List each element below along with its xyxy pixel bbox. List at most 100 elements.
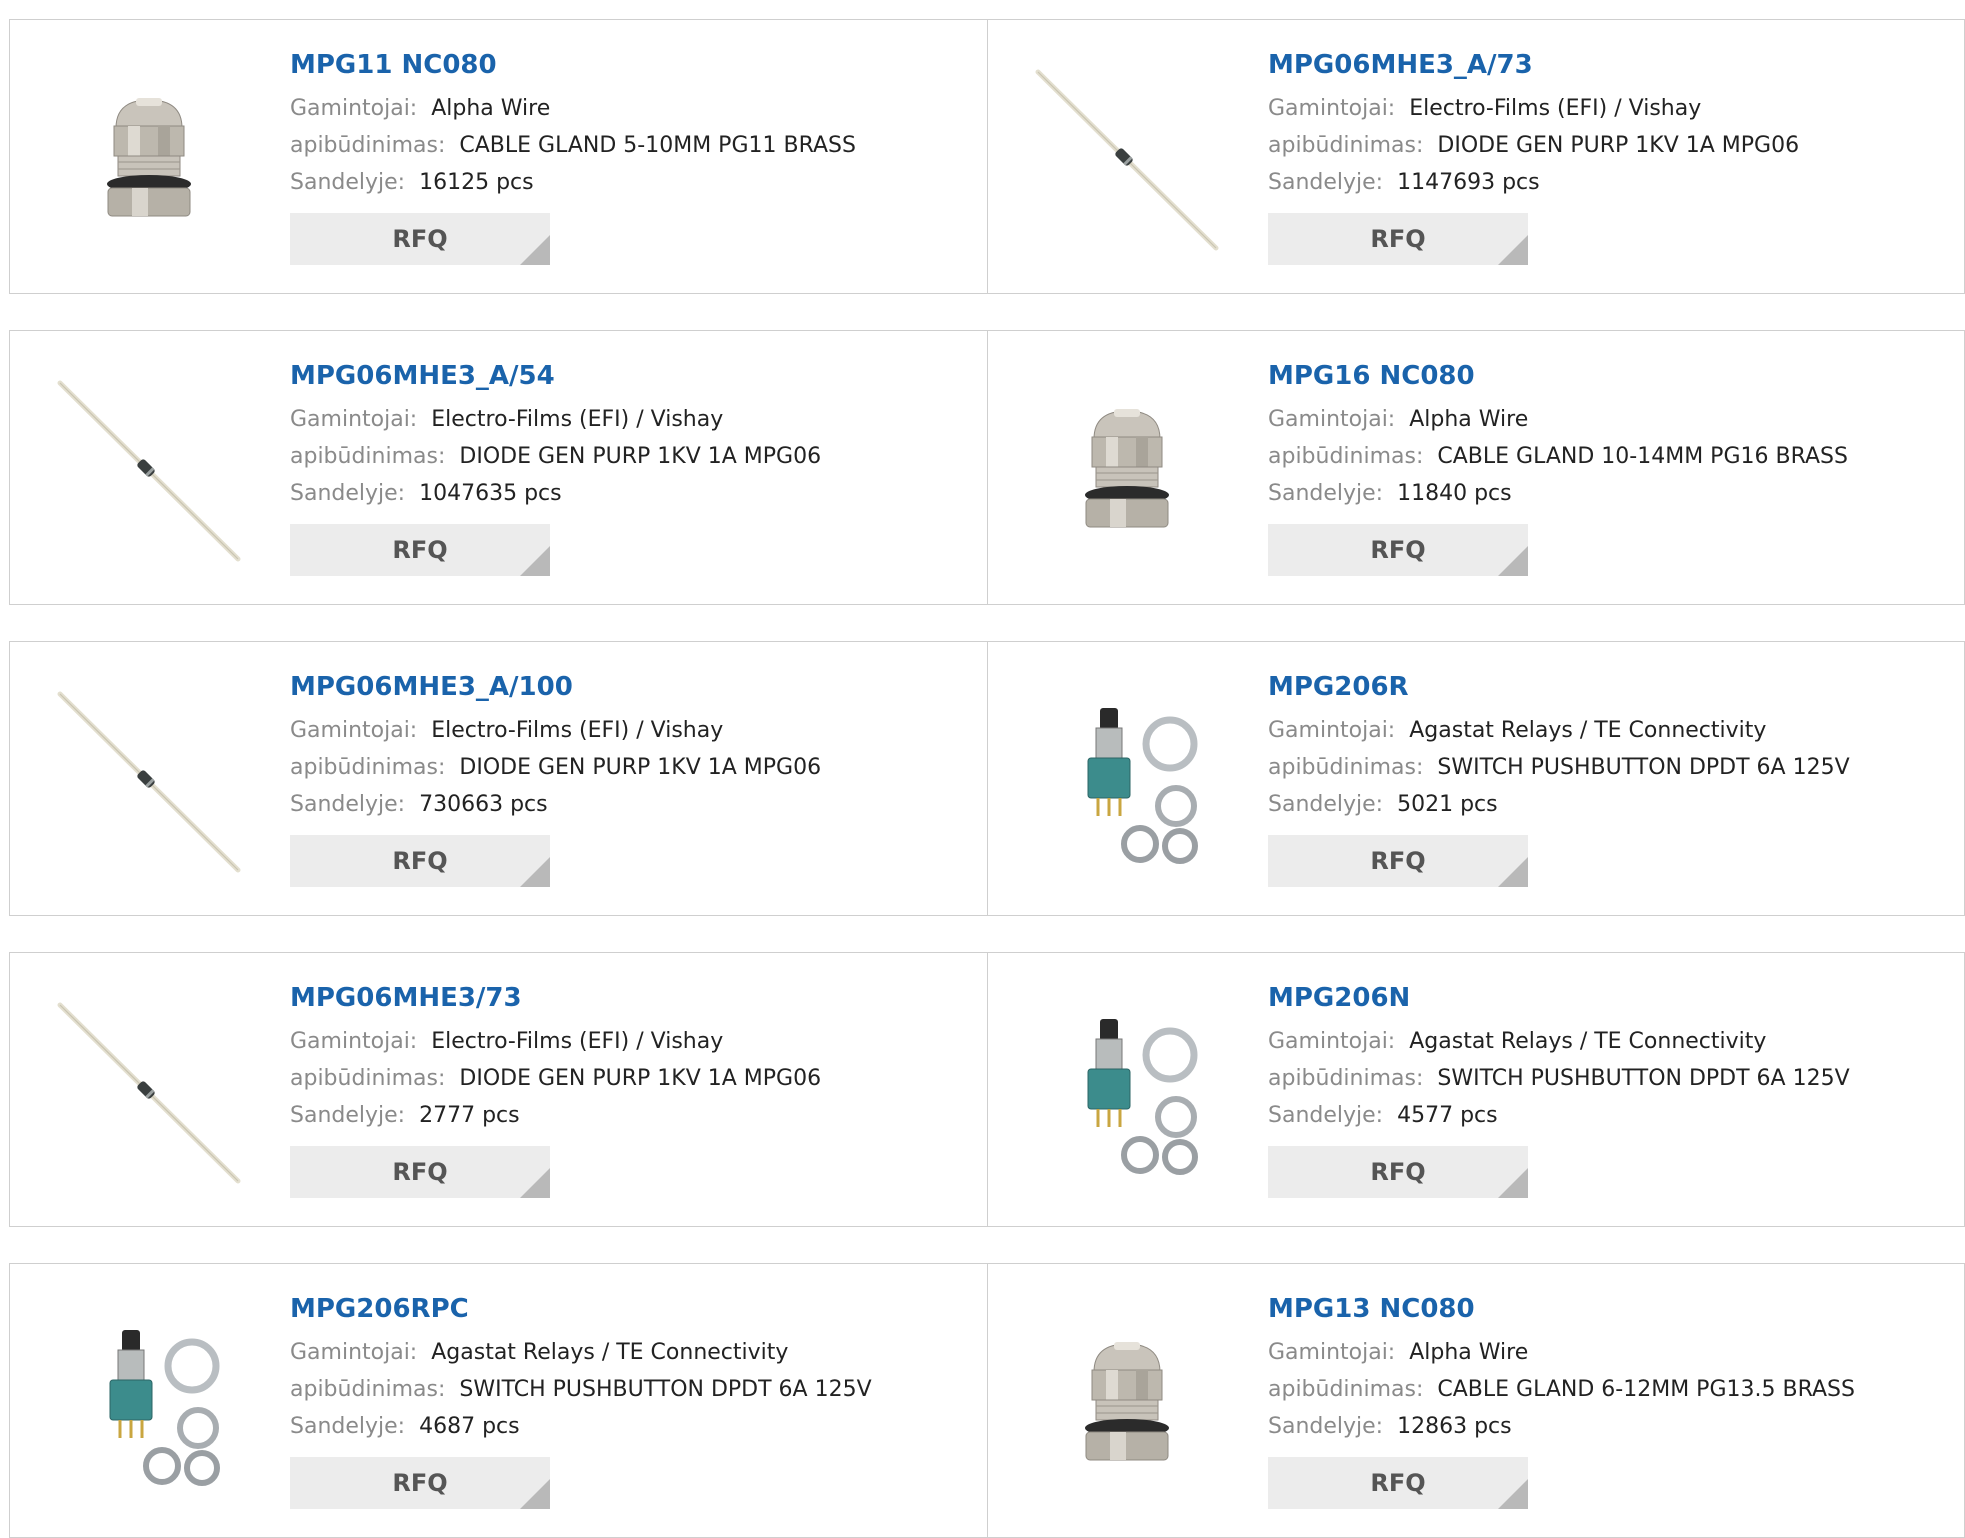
stock-row: Sandelyje: 11840 pcs [1268,475,1944,512]
product-image[interactable] [50,60,248,258]
manufacturer-label: Gamintojai: [290,718,418,743]
product-row: MPG06MHE3_A/100 Gamintojai: Electro-Films… [9,641,1965,916]
cable-gland-icon [1085,409,1169,528]
manufacturer-value: Electro-Films (EFI) / Vishay [1409,96,1702,121]
manufacturer-value: Agastat Relays / TE Connectivity [1409,718,1767,743]
product-card: MPG13 NC080 Gamintojai: Alpha Wire apibūd… [987,1264,1964,1537]
description-label: apibūdinimas: [1268,1066,1424,1091]
product-info: MPG06MHE3_A/54 Gamintojai: Electro-Films … [290,359,967,576]
manufacturer-row: Gamintojai: Alpha Wire [1268,401,1944,438]
product-card: MPG06MHE3_A/54 Gamintojai: Electro-Films … [10,331,987,604]
stock-label: Sandelyje: [290,1414,406,1439]
description-label: apibūdinimas: [1268,755,1424,780]
product-name-link[interactable]: MPG206N [1268,981,1944,1015]
rfq-button[interactable]: RFQ [290,835,550,887]
product-image[interactable] [50,682,248,880]
description-value: CABLE GLAND 10-14MM PG16 BRASS [1437,444,1848,469]
manufacturer-value: Agastat Relays / TE Connectivity [431,1340,789,1365]
manufacturer-label: Gamintojai: [1268,718,1396,743]
product-image[interactable] [1028,993,1226,1191]
description-row: apibūdinimas: CABLE GLAND 10-14MM PG16 BR… [1268,438,1944,475]
description-label: apibūdinimas: [1268,1377,1424,1402]
description-value: SWITCH PUSHBUTTON DPDT 6A 125V [1437,755,1850,780]
rfq-button[interactable]: RFQ [290,1457,550,1509]
manufacturer-value: Alpha Wire [1409,407,1529,432]
stock-row: Sandelyje: 1147693 pcs [1268,164,1944,201]
rfq-button[interactable]: RFQ [290,213,550,265]
stock-value: 730663 pcs [419,792,548,817]
rfq-button[interactable]: RFQ [290,524,550,576]
description-row: apibūdinimas: SWITCH PUSHBUTTON DPDT 6A 1… [1268,1060,1944,1097]
product-image[interactable] [1028,682,1226,880]
product-info: MPG206N Gamintojai: Agastat Relays / TE C… [1268,981,1944,1198]
manufacturer-label: Gamintojai: [1268,1340,1396,1365]
rfq-button[interactable]: RFQ [1268,524,1528,576]
stock-label: Sandelyje: [1268,792,1384,817]
product-card: MPG06MHE3_A/100 Gamintojai: Electro-Films… [10,642,987,915]
manufacturer-row: Gamintojai: Alpha Wire [290,90,967,127]
product-image[interactable] [50,1304,248,1502]
product-card: MPG206R Gamintojai: Agastat Relays / TE C… [987,642,1964,915]
description-label: apibūdinimas: [1268,444,1424,469]
manufacturer-row: Gamintojai: Electro-Films (EFI) / Vishay [290,401,967,438]
product-card: MPG06MHE3_A/73 Gamintojai: Electro-Films … [987,20,1964,293]
rfq-button[interactable]: RFQ [1268,835,1528,887]
product-row: MPG06MHE3_A/54 Gamintojai: Electro-Films … [9,330,1965,605]
product-name-link[interactable]: MPG06MHE3_A/73 [1268,48,1944,82]
stock-row: Sandelyje: 4687 pcs [290,1408,967,1445]
manufacturer-value: Alpha Wire [1409,1340,1529,1365]
manufacturer-row: Gamintojai: Electro-Films (EFI) / Vishay [1268,90,1944,127]
product-name-link[interactable]: MPG06MHE3_A/54 [290,359,967,393]
product-row: MPG06MHE3/73 Gamintojai: Electro-Films (E… [9,952,1965,1227]
product-image[interactable] [50,993,248,1191]
product-name-link[interactable]: MPG206R [1268,670,1944,704]
product-name-link[interactable]: MPG11 NC080 [290,48,967,82]
stock-value: 11840 pcs [1397,481,1512,506]
product-image[interactable] [50,371,248,569]
stock-value: 4577 pcs [1397,1103,1498,1128]
description-label: apibūdinimas: [290,444,446,469]
product-row: MPG206RPC Gamintojai: Agastat Relays / TE… [9,1263,1965,1538]
diode-icon [1035,69,1219,251]
description-value: SWITCH PUSHBUTTON DPDT 6A 125V [459,1377,872,1402]
product-image[interactable] [1028,1304,1226,1502]
stock-label: Sandelyje: [1268,170,1384,195]
product-card: MPG206N Gamintojai: Agastat Relays / TE C… [987,953,1964,1226]
description-row: apibūdinimas: DIODE GEN PURP 1KV 1A MPG06 [290,438,967,475]
product-info: MPG16 NC080 Gamintojai: Alpha Wire apibūd… [1268,359,1944,576]
rfq-button[interactable]: RFQ [290,1146,550,1198]
rfq-button[interactable]: RFQ [1268,1457,1528,1509]
manufacturer-row: Gamintojai: Electro-Films (EFI) / Vishay [290,1023,967,1060]
description-row: apibūdinimas: DIODE GEN PURP 1KV 1A MPG06 [290,749,967,786]
stock-value: 1147693 pcs [1397,170,1540,195]
product-name-link[interactable]: MPG06MHE3/73 [290,981,967,1015]
manufacturer-row: Gamintojai: Agastat Relays / TE Connectiv… [1268,1023,1944,1060]
manufacturer-label: Gamintojai: [1268,96,1396,121]
description-value: DIODE GEN PURP 1KV 1A MPG06 [459,1066,822,1091]
product-name-link[interactable]: MPG16 NC080 [1268,359,1944,393]
manufacturer-row: Gamintojai: Alpha Wire [1268,1334,1944,1371]
product-name-link[interactable]: MPG06MHE3_A/100 [290,670,967,704]
product-image[interactable] [1028,60,1226,258]
product-image[interactable] [1028,371,1226,569]
manufacturer-label: Gamintojai: [290,1340,418,1365]
description-value: CABLE GLAND 5-10MM PG11 BRASS [459,133,856,158]
description-row: apibūdinimas: DIODE GEN PURP 1KV 1A MPG06 [1268,127,1944,164]
stock-label: Sandelyje: [290,792,406,817]
rfq-button[interactable]: RFQ [1268,1146,1528,1198]
product-info: MPG206RPC Gamintojai: Agastat Relays / TE… [290,1292,967,1509]
product-info: MPG13 NC080 Gamintojai: Alpha Wire apibūd… [1268,1292,1944,1509]
product-name-link[interactable]: MPG206RPC [290,1292,967,1326]
manufacturer-row: Gamintojai: Agastat Relays / TE Connectiv… [290,1334,967,1371]
manufacturer-label: Gamintojai: [290,1029,418,1054]
cable-gland-icon [1085,1342,1169,1461]
product-name-link[interactable]: MPG13 NC080 [1268,1292,1944,1326]
manufacturer-value: Agastat Relays / TE Connectivity [1409,1029,1767,1054]
manufacturer-value: Alpha Wire [431,96,551,121]
stock-row: Sandelyje: 16125 pcs [290,164,967,201]
stock-row: Sandelyje: 12863 pcs [1268,1408,1944,1445]
product-card: MPG16 NC080 Gamintojai: Alpha Wire apibūd… [987,331,1964,604]
stock-value: 1047635 pcs [419,481,562,506]
description-label: apibūdinimas: [1268,133,1424,158]
rfq-button[interactable]: RFQ [1268,213,1528,265]
